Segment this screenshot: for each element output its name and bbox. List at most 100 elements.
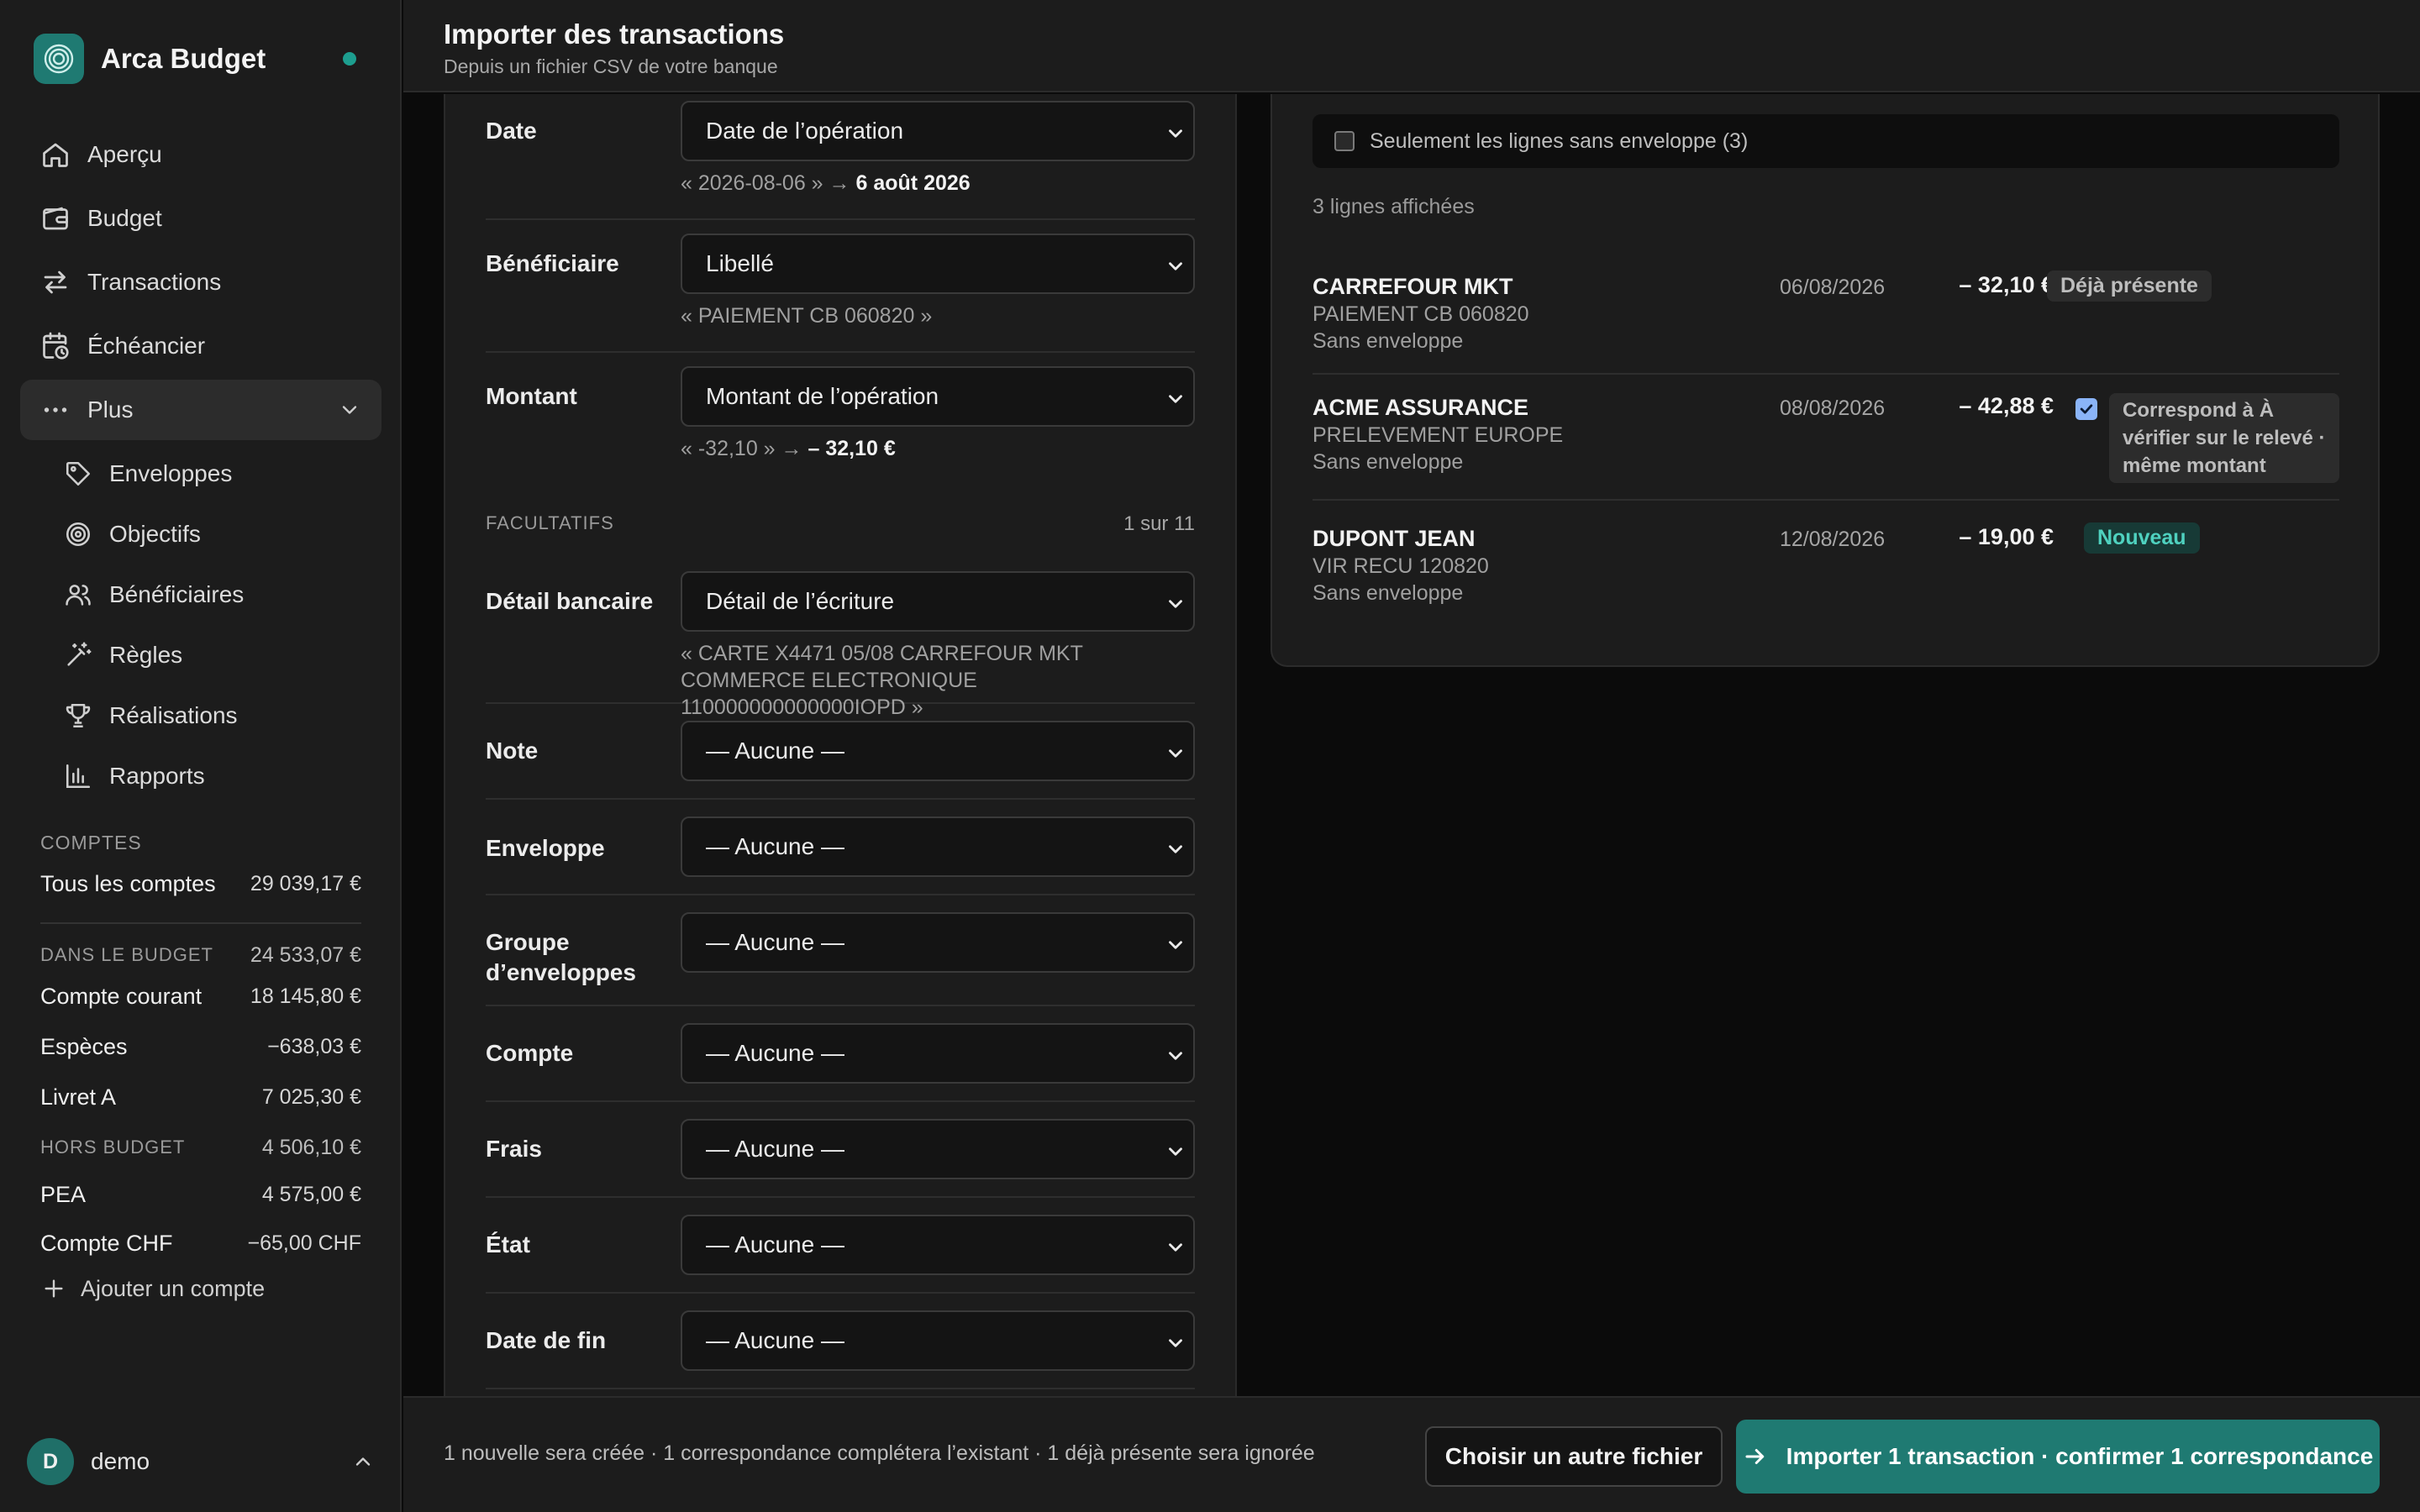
user-name: demo — [91, 1448, 150, 1474]
nav-item-echeancier[interactable]: Échéancier — [20, 316, 381, 376]
account-column-select[interactable]: — Aucune — — [681, 1023, 1195, 1084]
accounts-heading: COMPTES — [40, 832, 142, 853]
chevron-down-icon — [1169, 1243, 1182, 1252]
nav-item-plus[interactable]: Plus — [20, 380, 381, 440]
account-name: Espèces — [40, 1033, 128, 1059]
account-balance: 18 145,80 € — [250, 984, 361, 1008]
fees-column-select[interactable]: — Aucune — — [681, 1119, 1195, 1179]
arrow-right-icon — [1745, 1449, 1764, 1464]
payee-column-select[interactable]: Libellé — [681, 234, 1195, 294]
import-button[interactable]: Importer 1 transaction · confirmer 1 cor… — [1736, 1420, 2380, 1494]
trophy-icon — [66, 703, 91, 728]
choose-other-file-button[interactable]: Choisir un autre fichier — [1425, 1426, 1723, 1487]
select-value: — Aucune — — [706, 1040, 844, 1066]
nav-item-regles[interactable]: Règles — [20, 625, 381, 685]
account-balance: −638,03 € — [267, 1034, 361, 1058]
rows-shown-count: 3 lignes affichées — [1313, 195, 1475, 218]
field-label: État — [486, 1231, 530, 1257]
account-pea[interactable]: PEA 4 575,00 € — [40, 1173, 361, 1216]
group-label: HORS BUDGET — [40, 1137, 186, 1158]
account-name: Tous les comptes — [40, 870, 216, 896]
account-name: Livret A — [40, 1084, 117, 1110]
nav-item-objectifs[interactable]: Objectifs — [20, 504, 381, 564]
account-name: Compte CHF — [40, 1230, 173, 1256]
amount-preview: « -32,10 » → – 32,10 € — [681, 435, 1195, 462]
account-balance: −65,00 CHF — [247, 1231, 362, 1255]
nav-label: Objectifs — [109, 521, 201, 547]
account-name: PEA — [40, 1181, 87, 1207]
logo-icon — [34, 34, 84, 84]
plus-icon — [45, 1279, 63, 1298]
preview-parsed: – 32,10 € — [808, 437, 896, 460]
nav-label: Réalisations — [109, 702, 238, 728]
transaction-detail: VIR RECU 120820 — [1313, 554, 1489, 578]
nav-item-rapports[interactable]: Rapports — [20, 746, 381, 806]
account-livret-a[interactable]: Livret A 7 025,30 € — [40, 1072, 361, 1122]
envelope-label: Sans enveloppe — [1313, 329, 1464, 353]
envelope-group-column-select[interactable]: — Aucune — — [681, 912, 1195, 973]
nav-item-beneficiaires[interactable]: Bénéficiaires — [20, 564, 381, 625]
nav-item-enveloppes[interactable]: Enveloppes — [20, 444, 381, 504]
account-especes[interactable]: Espèces −638,03 € — [40, 1021, 361, 1072]
user-menu[interactable]: D demo — [27, 1438, 375, 1485]
transaction-date: 12/08/2026 — [1780, 528, 1886, 551]
account-compte-chf[interactable]: Compte CHF −65,00 CHF — [40, 1216, 361, 1270]
calendar-clock-icon — [43, 332, 69, 360]
table-row: DUPONT JEAN VIR RECU 120820 Sans envelop… — [1313, 522, 2339, 606]
sidebar: Arca Budget Aperçu Budget Transactions É… — [0, 0, 402, 1512]
wallet-icon — [43, 207, 68, 230]
select-value: — Aucune — — [706, 738, 844, 764]
target-icon — [66, 522, 91, 547]
state-column-select[interactable]: — Aucune — — [681, 1215, 1195, 1275]
transaction-date: 06/08/2026 — [1780, 276, 1886, 299]
chevron-up-icon — [355, 1457, 371, 1466]
divider — [1313, 499, 2339, 501]
nav-item-transactions[interactable]: Transactions — [20, 252, 381, 312]
bank-detail-column-select[interactable]: Détail de l’écriture — [681, 571, 1195, 632]
page-subtitle: Depuis un fichier CSV de votre banque — [444, 55, 778, 77]
nav-item-apercu[interactable]: Aperçu — [20, 124, 381, 185]
import-summary: 1 nouvelle sera créée · 1 correspondance… — [444, 1441, 1315, 1465]
chevron-down-icon — [1169, 845, 1182, 853]
field-label: Frais — [486, 1136, 542, 1162]
mapping-row-note: Note — Aucune — — [486, 704, 1195, 800]
preview-raw: « PAIEMENT CB 060820 » — [681, 304, 933, 328]
nav-label: Plus — [87, 396, 134, 423]
chevron-down-icon — [1169, 941, 1182, 949]
end-date-column-select[interactable]: — Aucune — — [681, 1310, 1195, 1371]
nav-item-realisations[interactable]: Réalisations — [20, 685, 381, 746]
account-balance: 4 575,00 € — [261, 1182, 361, 1206]
date-column-select[interactable]: Date de l’opération — [681, 101, 1195, 161]
unassigned-filter-toggle[interactable]: Seulement les lignes sans enveloppe (3) — [1313, 114, 2339, 168]
select-value: — Aucune — — [706, 929, 844, 955]
envelope-label: Sans enveloppe — [1313, 581, 1464, 605]
optional-count: 1 sur 11 — [1123, 512, 1195, 535]
home-icon — [43, 143, 68, 167]
field-label: Détail bancaire — [486, 588, 654, 614]
account-balance: 7 025,30 € — [261, 1084, 361, 1109]
group-balance: 4 506,10 € — [261, 1135, 361, 1159]
field-label: Enveloppe — [486, 835, 605, 861]
app-name: Arca Budget — [101, 43, 266, 74]
chevron-down-icon — [1169, 1339, 1182, 1347]
import-preview-panel: Seulement les lignes sans enveloppe (3) … — [1270, 94, 2380, 667]
account-compte-courant[interactable]: Compte courant 18 145,80 € — [40, 971, 361, 1021]
select-value: — Aucune — — [706, 1136, 844, 1162]
users-icon — [66, 585, 91, 606]
match-checkbox[interactable] — [2075, 398, 2097, 420]
preview-parsed: 6 août 2026 — [855, 171, 971, 195]
brand[interactable]: Arca Budget — [34, 34, 370, 84]
envelope-column-select[interactable]: — Aucune — — [681, 816, 1195, 877]
divider — [40, 922, 361, 924]
mapping-row-date: Date Date de l’opération « 2026-08-06 » … — [486, 94, 1195, 220]
amount-column-select[interactable]: Montant de l’opération — [681, 366, 1195, 427]
nav-item-budget[interactable]: Budget — [20, 188, 381, 249]
field-label: Montant — [486, 383, 577, 409]
account-all[interactable]: Tous les comptes 29 039,17 € — [40, 860, 361, 907]
page-title: Importer des transactions — [444, 18, 785, 50]
note-column-select[interactable]: — Aucune — — [681, 721, 1195, 781]
add-account-button[interactable]: Ajouter un compte — [40, 1275, 361, 1302]
filter-checkbox[interactable] — [1334, 131, 1355, 151]
select-value: Date de l’opération — [706, 118, 904, 144]
payee-preview: « PAIEMENT CB 060820 » — [681, 302, 1195, 329]
